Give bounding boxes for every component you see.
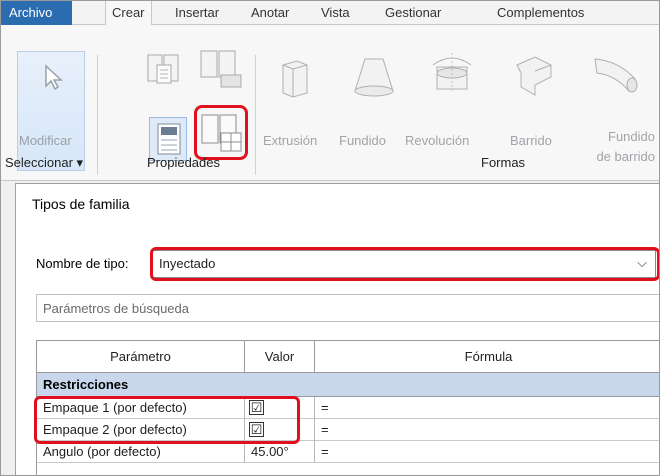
sweep-label: Barrido bbox=[510, 133, 552, 148]
swept-blend-label-2: de barrido bbox=[596, 149, 655, 164]
revolve-label: Revolución bbox=[405, 133, 470, 148]
tab-gestionar[interactable]: Gestionar bbox=[379, 1, 447, 25]
tab-anotar[interactable]: Anotar bbox=[245, 1, 295, 25]
formula-cell[interactable]: = bbox=[315, 441, 659, 463]
search-parameters-input[interactable]: Parámetros de búsqueda bbox=[36, 294, 659, 322]
family-types-small-icon bbox=[200, 50, 242, 88]
family-category-icon bbox=[147, 54, 179, 84]
search-placeholder: Parámetros de búsqueda bbox=[43, 301, 189, 316]
group-label: Restricciones bbox=[43, 377, 129, 392]
tab-complementos[interactable]: Complementos bbox=[491, 1, 590, 25]
extrusion-icon[interactable] bbox=[275, 55, 315, 99]
select-group-dropdown[interactable]: Seleccionar ▾ bbox=[5, 155, 83, 171]
family-types-highlight bbox=[194, 105, 248, 160]
sweep-icon[interactable] bbox=[511, 51, 557, 99]
tab-vista[interactable]: Vista bbox=[315, 1, 356, 25]
value-cell[interactable]: 45.00° bbox=[245, 441, 315, 463]
ribbon-tabbar: Archivo Crear Insertar Anotar Vista Gest… bbox=[1, 1, 659, 26]
revolve-icon[interactable] bbox=[427, 49, 477, 99]
group-separator bbox=[97, 55, 98, 175]
blend-label: Fundido bbox=[339, 133, 386, 148]
formula-cell[interactable]: = bbox=[315, 419, 659, 441]
dialog-title: Tipos de familia bbox=[32, 196, 130, 212]
type-name-highlight bbox=[150, 247, 659, 281]
swept-blend-icon[interactable] bbox=[589, 51, 643, 99]
blend-icon[interactable] bbox=[349, 53, 397, 99]
cursor-arrow-icon bbox=[45, 64, 63, 91]
properties-group-label: Propiedades bbox=[147, 155, 220, 170]
modify-label: Modificar bbox=[19, 133, 72, 148]
family-types-dialog: Tipos de familia Nombre de tipo: Inyecta… bbox=[15, 183, 659, 475]
group-row-restricciones[interactable]: Restricciones bbox=[37, 373, 659, 397]
revit-window: Archivo Crear Insertar Anotar Vista Gest… bbox=[0, 0, 660, 476]
type-name-label: Nombre de tipo: bbox=[36, 256, 129, 271]
table-row[interactable]: Angulo (por defecto) 45.00° = bbox=[37, 441, 659, 463]
forms-group-label: Formas bbox=[481, 155, 526, 170]
ribbon-panel: Modificar Extrusión Fundido Revolución B… bbox=[1, 25, 659, 181]
modify-button[interactable] bbox=[17, 51, 85, 171]
column-header-parameter[interactable]: Parámetro bbox=[37, 341, 245, 373]
column-header-formula[interactable]: Fórmula bbox=[315, 341, 659, 373]
group-separator bbox=[255, 55, 256, 175]
formula-cell[interactable]: = bbox=[315, 397, 659, 419]
tab-crear[interactable]: Crear bbox=[105, 1, 152, 26]
param-name: Angulo (por defecto) bbox=[37, 441, 245, 463]
tab-archivo[interactable]: Archivo bbox=[1, 1, 72, 25]
column-header-value[interactable]: Valor bbox=[245, 341, 315, 373]
tab-insertar[interactable]: Insertar bbox=[169, 1, 225, 25]
checkbox-rows-highlight bbox=[34, 396, 300, 444]
swept-blend-label-1: Fundido bbox=[608, 129, 655, 144]
extrusion-label: Extrusión bbox=[263, 133, 318, 148]
